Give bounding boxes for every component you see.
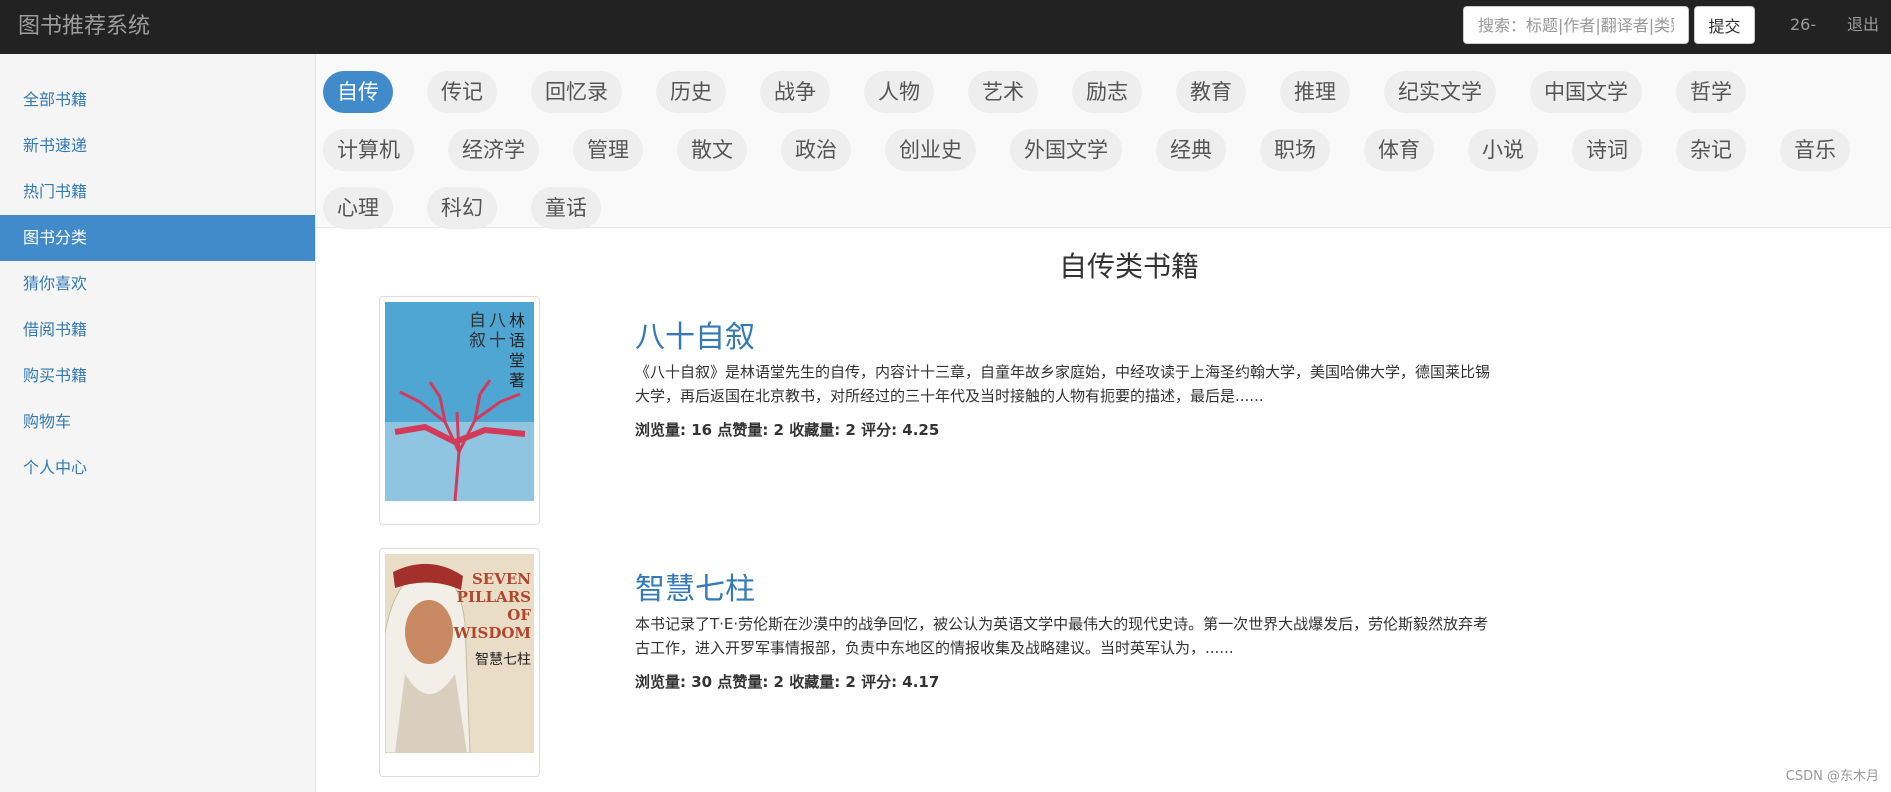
category-tag[interactable]: 教育 bbox=[1176, 71, 1246, 113]
category-tag[interactable]: 创业史 bbox=[885, 129, 976, 171]
sidebar-item[interactable]: 借阅书籍 bbox=[0, 307, 315, 353]
sidebar-item[interactable]: 购物车 bbox=[0, 399, 315, 445]
book-item: 八 十 自 叙 林 语 堂 著 八十自叙 《八十自叙》是林语堂先生的自传，内容计… bbox=[379, 296, 1499, 528]
cover-face bbox=[405, 600, 453, 664]
cover-chinese-title: 智慧七柱 bbox=[475, 652, 531, 668]
category-tag[interactable]: 艺术 bbox=[968, 71, 1038, 113]
book-stats: 浏览量: 30 点赞量: 2 收藏量: 2 评分: 4.17 bbox=[635, 673, 940, 691]
sidebar-item[interactable]: 新书速递 bbox=[0, 123, 315, 169]
svg-text:堂: 堂 bbox=[509, 351, 525, 370]
category-tag[interactable]: 科幻 bbox=[427, 187, 497, 229]
sidebar-item[interactable]: 购买书籍 bbox=[0, 353, 315, 399]
sidebar-item[interactable]: 猜你喜欢 bbox=[0, 261, 315, 307]
category-tag[interactable]: 心理 bbox=[323, 187, 393, 229]
svg-text:PILLARS: PILLARS bbox=[457, 588, 531, 606]
svg-text:自: 自 bbox=[469, 311, 486, 331]
book-cover[interactable]: SEVEN PILLARS OF WISDOM 智慧七柱 bbox=[379, 548, 540, 777]
category-tag[interactable]: 人物 bbox=[864, 71, 934, 113]
book-cover-image: SEVEN PILLARS OF WISDOM 智慧七柱 bbox=[385, 554, 534, 753]
section-title: 自传类书籍 bbox=[1058, 250, 1199, 283]
category-tag[interactable]: 音乐 bbox=[1780, 129, 1850, 171]
sidebar-item[interactable]: 热门书籍 bbox=[0, 169, 315, 215]
category-tag[interactable]: 管理 bbox=[573, 129, 643, 171]
sidebar-item[interactable]: 图书分类 bbox=[0, 215, 315, 261]
svg-text:SEVEN: SEVEN bbox=[472, 570, 531, 588]
svg-text:OF: OF bbox=[507, 606, 531, 624]
category-tag[interactable]: 职场 bbox=[1260, 129, 1330, 171]
sidebar: 全部书籍 新书速递 热门书籍 图书分类 猜你喜欢 借阅书籍 购买书籍 购物车 个人中心 bbox=[0, 54, 316, 792]
top-navbar: 图书推荐系统 提交 26- 退出 bbox=[0, 0, 1891, 54]
category-tag[interactable]: 经典 bbox=[1156, 129, 1226, 171]
category-tag[interactable]: 体育 bbox=[1364, 129, 1434, 171]
category-tag[interactable]: 励志 bbox=[1072, 71, 1142, 113]
category-tag[interactable]: 推理 bbox=[1280, 71, 1350, 113]
book-title[interactable]: 八十自叙 bbox=[635, 312, 755, 356]
category-tag[interactable]: 散文 bbox=[677, 129, 747, 171]
category-tag[interactable]: 外国文学 bbox=[1010, 129, 1122, 171]
category-tag[interactable]: 小说 bbox=[1468, 129, 1538, 171]
svg-text:八: 八 bbox=[489, 311, 506, 331]
search-input[interactable] bbox=[1463, 6, 1689, 44]
sidebar-nav: 全部书籍 新书速递 热门书籍 图书分类 猜你喜欢 借阅书籍 购买书籍 购物车 个人中心 bbox=[0, 77, 315, 491]
search-submit-button[interactable]: 提交 bbox=[1694, 6, 1755, 44]
category-tag-bar: 自传 传记 回忆录 历史 战争 人物 艺术 励志 教育 推理 纪实文学 中国文学 哲学计算机 经济学 管理散… bbox=[316, 54, 1891, 229]
category-tag[interactable]: 哲学 bbox=[1676, 71, 1746, 113]
logout-link[interactable]: 退出 bbox=[1847, 0, 1879, 54]
brand-title[interactable]: 图书推荐系统 bbox=[18, 0, 150, 54]
svg-text:著: 著 bbox=[509, 371, 525, 390]
category-tag[interactable]: 战争 bbox=[760, 71, 830, 113]
category-tag[interactable]: 计算机 bbox=[323, 129, 414, 171]
category-tag[interactable]: 杂记 bbox=[1676, 129, 1746, 171]
book-item: SEVEN PILLARS OF WISDOM 智慧七柱 智慧七柱 本书记录了T… bbox=[379, 548, 1499, 780]
book-stats: 浏览量: 16 点赞量: 2 收藏量: 2 评分: 4.25 bbox=[635, 421, 940, 439]
sidebar-item[interactable]: 个人中心 bbox=[0, 445, 315, 491]
book-cover-image: 八 十 自 叙 林 语 堂 著 bbox=[385, 302, 534, 501]
book-description: 《八十自叙》是林语堂先生的自传，内容计十三章，自童年故乡家庭始，中经攻读于上海圣… bbox=[635, 363, 1491, 405]
category-tag[interactable]: 中国文学 bbox=[1530, 71, 1642, 113]
svg-text:WISDOM: WISDOM bbox=[453, 624, 531, 642]
svg-text:叙: 叙 bbox=[469, 331, 486, 351]
category-tag[interactable]: 诗词 bbox=[1572, 129, 1642, 171]
category-tag[interactable]: 回忆录 bbox=[531, 71, 622, 113]
category-tag[interactable]: 政治 bbox=[781, 129, 851, 171]
user-menu[interactable]: 26- bbox=[1790, 0, 1816, 54]
category-tag[interactable]: 传记 bbox=[427, 71, 497, 113]
category-tag[interactable]: 历史 bbox=[656, 71, 726, 113]
svg-text:林: 林 bbox=[509, 311, 525, 330]
watermark: CSDN @东木月 bbox=[1785, 769, 1879, 784]
svg-text:语: 语 bbox=[509, 331, 525, 350]
sidebar-item[interactable]: 全部书籍 bbox=[0, 77, 315, 123]
book-description: 本书记录了T·E·劳伦斯在沙漠中的战争回忆，被公认为英语文学中最伟大的现代史诗。… bbox=[635, 615, 1489, 657]
book-title[interactable]: 智慧七柱 bbox=[635, 564, 755, 608]
category-tag[interactable]: 自传 bbox=[323, 71, 393, 113]
category-tag[interactable]: 纪实文学 bbox=[1384, 71, 1496, 113]
book-cover[interactable]: 八 十 自 叙 林 语 堂 著 bbox=[379, 296, 540, 525]
category-tag[interactable]: 经济学 bbox=[448, 129, 539, 171]
category-tag[interactable]: 童话 bbox=[531, 187, 601, 229]
cover-author: 林 语 堂 著 bbox=[509, 311, 525, 390]
svg-text:十: 十 bbox=[489, 331, 506, 351]
